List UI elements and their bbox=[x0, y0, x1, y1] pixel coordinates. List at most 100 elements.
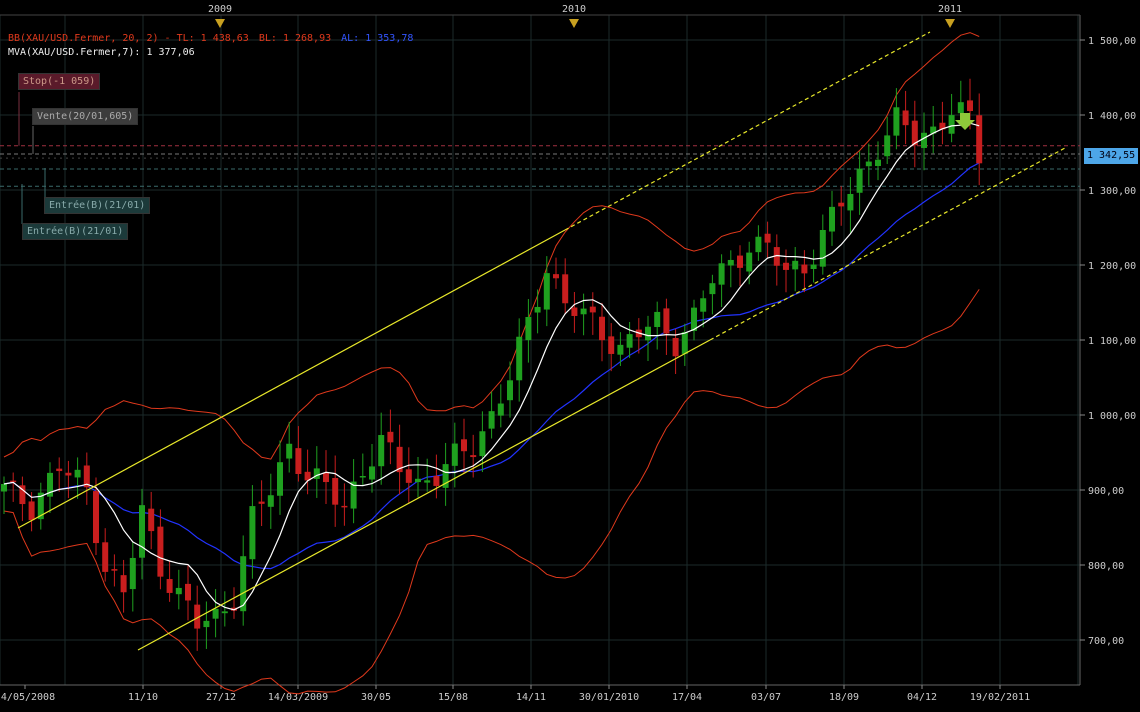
candle-body bbox=[865, 161, 872, 167]
candle-body bbox=[378, 435, 385, 467]
x-tick-label: 30/01/2010 bbox=[579, 692, 639, 703]
x-tick-label: 03/07 bbox=[751, 692, 781, 703]
candle-body bbox=[148, 508, 155, 532]
candle-body bbox=[737, 255, 743, 268]
candle-body bbox=[967, 100, 973, 112]
candle-body bbox=[957, 102, 964, 114]
candle-body bbox=[746, 252, 753, 272]
candle-body bbox=[645, 326, 651, 341]
x-tick-label: 15/08 bbox=[438, 692, 468, 703]
candle-body bbox=[507, 380, 513, 401]
sell-order-tag[interactable]: Vente(20/01,605) bbox=[32, 108, 139, 125]
candle-body bbox=[212, 608, 219, 619]
candle-body bbox=[608, 336, 615, 354]
candle-body bbox=[856, 168, 863, 193]
candle-body bbox=[166, 579, 173, 593]
candle-body bbox=[286, 443, 293, 459]
candle-body bbox=[893, 107, 900, 136]
candle-body bbox=[332, 477, 339, 505]
y-tick-label: 900,00 bbox=[1088, 486, 1124, 497]
candle-body bbox=[74, 469, 81, 478]
candle-body bbox=[488, 411, 495, 429]
candle-body bbox=[249, 506, 256, 560]
candle-body bbox=[341, 505, 348, 508]
candle-body bbox=[175, 587, 182, 595]
candle-body bbox=[847, 193, 854, 211]
entry-order-tag[interactable]: Entrée(B)(21/01) bbox=[44, 197, 151, 214]
candle-body bbox=[258, 501, 265, 504]
candle-body bbox=[1, 484, 7, 492]
candle-body bbox=[323, 472, 329, 483]
y-tick-label: 1 100,00 bbox=[1088, 336, 1136, 347]
candle-body bbox=[921, 132, 927, 148]
entry-order-tag-2[interactable]: Entrée(B)(21/01) bbox=[22, 223, 129, 240]
candle-body bbox=[783, 262, 789, 270]
candle-body bbox=[589, 306, 596, 313]
candle-body bbox=[902, 110, 909, 126]
candle-body bbox=[185, 583, 191, 601]
candle-body bbox=[359, 476, 366, 478]
candle-body bbox=[111, 569, 118, 571]
x-tick-label: 14/11 bbox=[516, 692, 546, 703]
candle-body bbox=[277, 462, 283, 496]
candle-body bbox=[157, 526, 164, 577]
candle-body bbox=[580, 308, 587, 315]
x-tick-label: 19/02/2011 bbox=[970, 692, 1030, 703]
candle-body bbox=[553, 274, 559, 279]
candle-body bbox=[221, 611, 228, 614]
candle-body bbox=[562, 274, 569, 304]
candle-body bbox=[313, 468, 320, 479]
candle-body bbox=[516, 336, 523, 381]
candle-body bbox=[819, 229, 826, 267]
x-tick-label: 18/09 bbox=[829, 692, 859, 703]
candle-body bbox=[718, 263, 725, 285]
candle-body bbox=[267, 495, 274, 507]
stop-order-tag[interactable]: Stop(-1 059) bbox=[18, 73, 101, 90]
year-marker-label: 2009 bbox=[208, 4, 232, 15]
candle-body bbox=[56, 468, 63, 472]
candle-body bbox=[792, 260, 799, 270]
chart-canvas: 1 500,00 1 400,00 1 300,00 1 200,00 1 100,00… bbox=[0, 4, 1136, 703]
x-tick-label: 17/04 bbox=[672, 692, 702, 703]
candle-body bbox=[755, 236, 762, 253]
candle-body bbox=[139, 505, 145, 558]
candle-body bbox=[433, 476, 440, 486]
candle-body bbox=[764, 233, 771, 243]
candle-body bbox=[415, 478, 421, 483]
candle-body bbox=[497, 403, 504, 416]
gold-price-chart: 1 500,00 1 400,00 1 300,00 1 200,00 1 100,00… bbox=[0, 0, 1140, 708]
candle-body bbox=[120, 575, 127, 593]
year-marker-label: 2011 bbox=[938, 4, 962, 15]
x-tick-label: 30/05 bbox=[361, 692, 391, 703]
bb-legend-lower: BL: 1 268,93 bbox=[258, 33, 332, 44]
candle-body bbox=[543, 273, 550, 310]
y-tick-label: 800,00 bbox=[1088, 561, 1124, 572]
y-tick-label: 700,00 bbox=[1088, 636, 1124, 647]
candle-body bbox=[681, 332, 688, 354]
candle-body bbox=[663, 308, 670, 334]
candle-body bbox=[976, 115, 983, 164]
candle-body bbox=[93, 491, 99, 544]
candle-body bbox=[28, 501, 35, 521]
bb-legend-main: BB(XAU/USD.Fermer, 20, 2) - TL: 1 438,63 bbox=[8, 33, 249, 44]
candle-body bbox=[727, 259, 734, 266]
y-tick-label: 1 300,00 bbox=[1088, 186, 1136, 197]
candle-body bbox=[709, 283, 716, 295]
x-tick-label: 27/12 bbox=[206, 692, 236, 703]
candle-body bbox=[599, 316, 605, 341]
candle-body bbox=[203, 620, 210, 628]
candle-body bbox=[838, 202, 845, 207]
candle-body bbox=[884, 135, 891, 157]
candle-body bbox=[571, 307, 578, 316]
y-tick-label: 1 200,00 bbox=[1088, 261, 1136, 272]
candle-body bbox=[875, 159, 881, 167]
candle-body bbox=[654, 311, 661, 328]
bollinger-legend: BB(XAU/USD.Fermer, 20, 2) - TL: 1 438,63… bbox=[8, 33, 417, 44]
candle-body bbox=[525, 316, 532, 341]
candle-body bbox=[405, 469, 412, 483]
candle-body bbox=[801, 264, 808, 274]
candle-body bbox=[691, 307, 697, 331]
year-marker-label: 2010 bbox=[562, 4, 586, 15]
y-tick-label: 1 500,00 bbox=[1088, 36, 1136, 47]
x-tick-label: 04/12 bbox=[907, 692, 937, 703]
